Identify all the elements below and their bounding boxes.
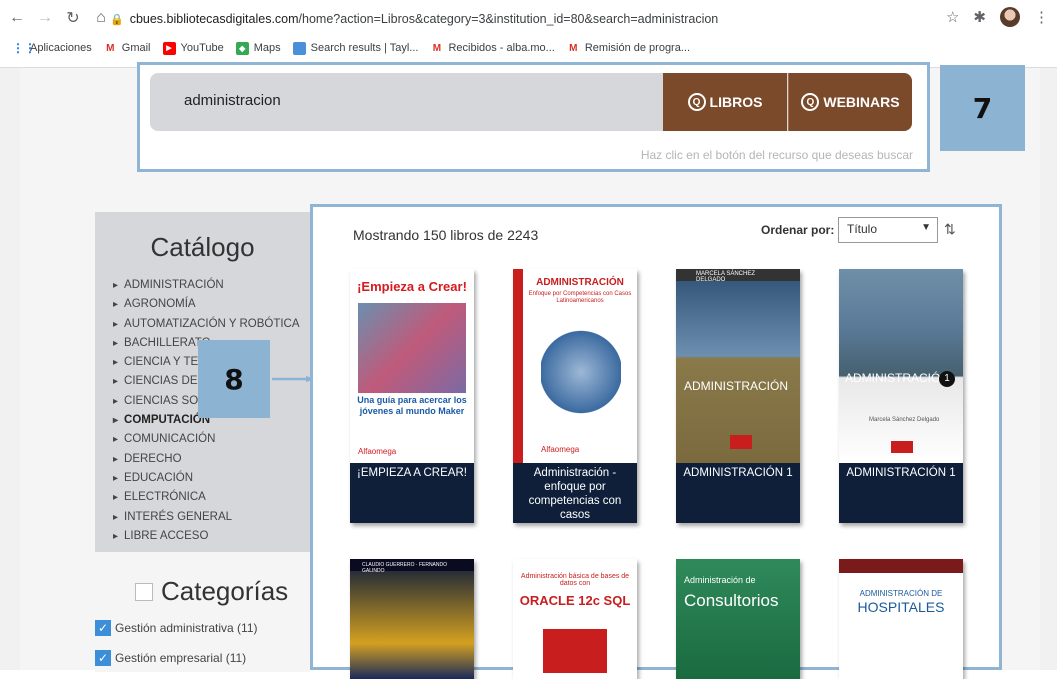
book-card[interactable]: MARCELA SÁNCHEZ DELGADO ADMINISTRACIÓN A… [676,269,800,523]
bookmark-gmail[interactable]: M Gmail [104,42,150,55]
bookmarks-bar: ⋮⋮ Aplicaciones M Gmail ▶ YouTube ◆ Maps Sea… [0,36,1057,60]
search-icon: Q [801,93,820,111]
book-title: ¡EMPIEZA A CREAR! [357,467,467,479]
chevron-down-icon: ▼ [921,222,931,233]
search-bar: administracion Q LIBROS Q WEBINARS [150,73,912,131]
search-panel: administracion Q LIBROS Q WEBINARS Haz c… [137,62,930,172]
bookmark-remision[interactable]: M Remisión de progra... [567,42,690,55]
avatar[interactable] [1000,7,1020,27]
search-input[interactable]: administracion [184,92,281,109]
checkbox-icon[interactable] [135,582,153,601]
book-card[interactable]: Administración de Consultorios [676,559,800,679]
libros-button[interactable]: Q LIBROS [663,73,787,131]
checkbox-checked-icon[interactable]: ✓ [95,650,111,666]
search-icon: Q [687,93,706,111]
book-card[interactable]: ADMINISTRACIÓN DE HOSPITALES [839,559,963,679]
category-checkbox-row[interactable]: ✓ Gestión empresarial (11) [95,650,246,666]
book-title: ADMINISTRACIÓN 1 [683,467,793,479]
lock-icon: 🔒 [110,13,124,26]
annotation-7: 7 [940,65,1025,151]
bookmark-apps[interactable]: ⋮⋮ Aplicaciones [12,41,92,55]
categories-title: Categorías [161,576,289,606]
star-icon[interactable]: ☆ [946,8,959,26]
book-card[interactable]: CLAUDIO GUERRERO · FERNANDO GALINDO [350,559,474,679]
catalog-item[interactable]: COMUNICACIÓN [113,430,300,449]
book-card[interactable]: ADMINISTRACIÓN 1 Marcela Sánchez Delgado… [839,269,963,523]
checkbox-checked-icon[interactable]: ✓ [95,620,111,636]
sort-label: Ordenar por: [761,223,835,237]
results-panel: Mostrando 150 libros de 2243 Ordenar por… [310,204,1002,679]
reload-icon[interactable]: ↻ [62,7,84,29]
search-hint: Haz clic en el botón del recurso que des… [640,148,913,162]
book-title: Administración - enfoque por competencia… [528,467,622,521]
catalog-item[interactable]: INTERÉS GENERAL [113,508,300,527]
category-checkbox-row[interactable]: ✓ Gestión administrativa (11) [95,620,258,636]
webinars-button[interactable]: Q WEBINARS [788,73,912,131]
catalog-item[interactable]: ADMINISTRACIÓN [113,276,300,295]
address-bar[interactable]: 🔒 cbues.bibliotecasdigitales.com/home?ac… [110,6,953,32]
forward-icon[interactable]: → [34,7,56,29]
back-icon[interactable]: ← [6,7,28,29]
categories-panel: Categorías ✓ Gestión administrativa (11) … [95,552,310,672]
menu-icon[interactable]: ⋮ [1034,8,1049,26]
catalog-item[interactable]: AGRONOMÍA [113,295,300,314]
bookmark-maps[interactable]: ◆ Maps [235,41,281,55]
catalog-item[interactable]: ELECTRÓNICA [113,488,300,507]
book-card[interactable]: ADMINISTRACIÓN Enfoque por Competencias … [513,269,637,523]
results-count: Mostrando 150 libros de 2243 [353,227,539,243]
home-icon[interactable]: ⌂ [90,7,112,29]
catalog-item[interactable]: AUTOMATIZACIÓN Y ROBÓTICA [113,315,300,334]
bookmark-youtube[interactable]: ▶ YouTube [162,41,224,55]
extensions-icon[interactable]: ✱ [973,8,986,26]
book-title: ADMINISTRACIÓN 1 [846,467,956,479]
sort-select[interactable]: Título ▼ [838,217,938,243]
book-card[interactable]: Administración básica de bases de datos … [513,559,637,679]
catalog-item[interactable]: EDUCACIÓN [113,469,300,488]
book-card[interactable]: ¡Empieza a Crear! Una guía para acercar … [350,269,474,523]
bookmark-recibidos[interactable]: M Recibidos - alba.mo... [430,42,555,55]
sort-order-icon[interactable]: ⇅ [944,221,956,238]
bookmark-search-results[interactable]: Search results | Tayl... [292,41,418,55]
annotation-8: 8 [198,340,270,418]
url-domain: cbues.bibliotecasdigitales.com [129,12,299,26]
browser-chrome: ← → ↻ ⌂ 🔒 cbues.bibliotecasdigitales.com… [0,0,1057,68]
catalog-item[interactable]: DERECHO [113,450,300,469]
catalog-title: Catálogo [150,232,255,262]
catalog-item[interactable]: LIBRE ACCESO [113,527,300,546]
url-path: /home?action=Libros&category=3&instituti… [298,12,719,26]
